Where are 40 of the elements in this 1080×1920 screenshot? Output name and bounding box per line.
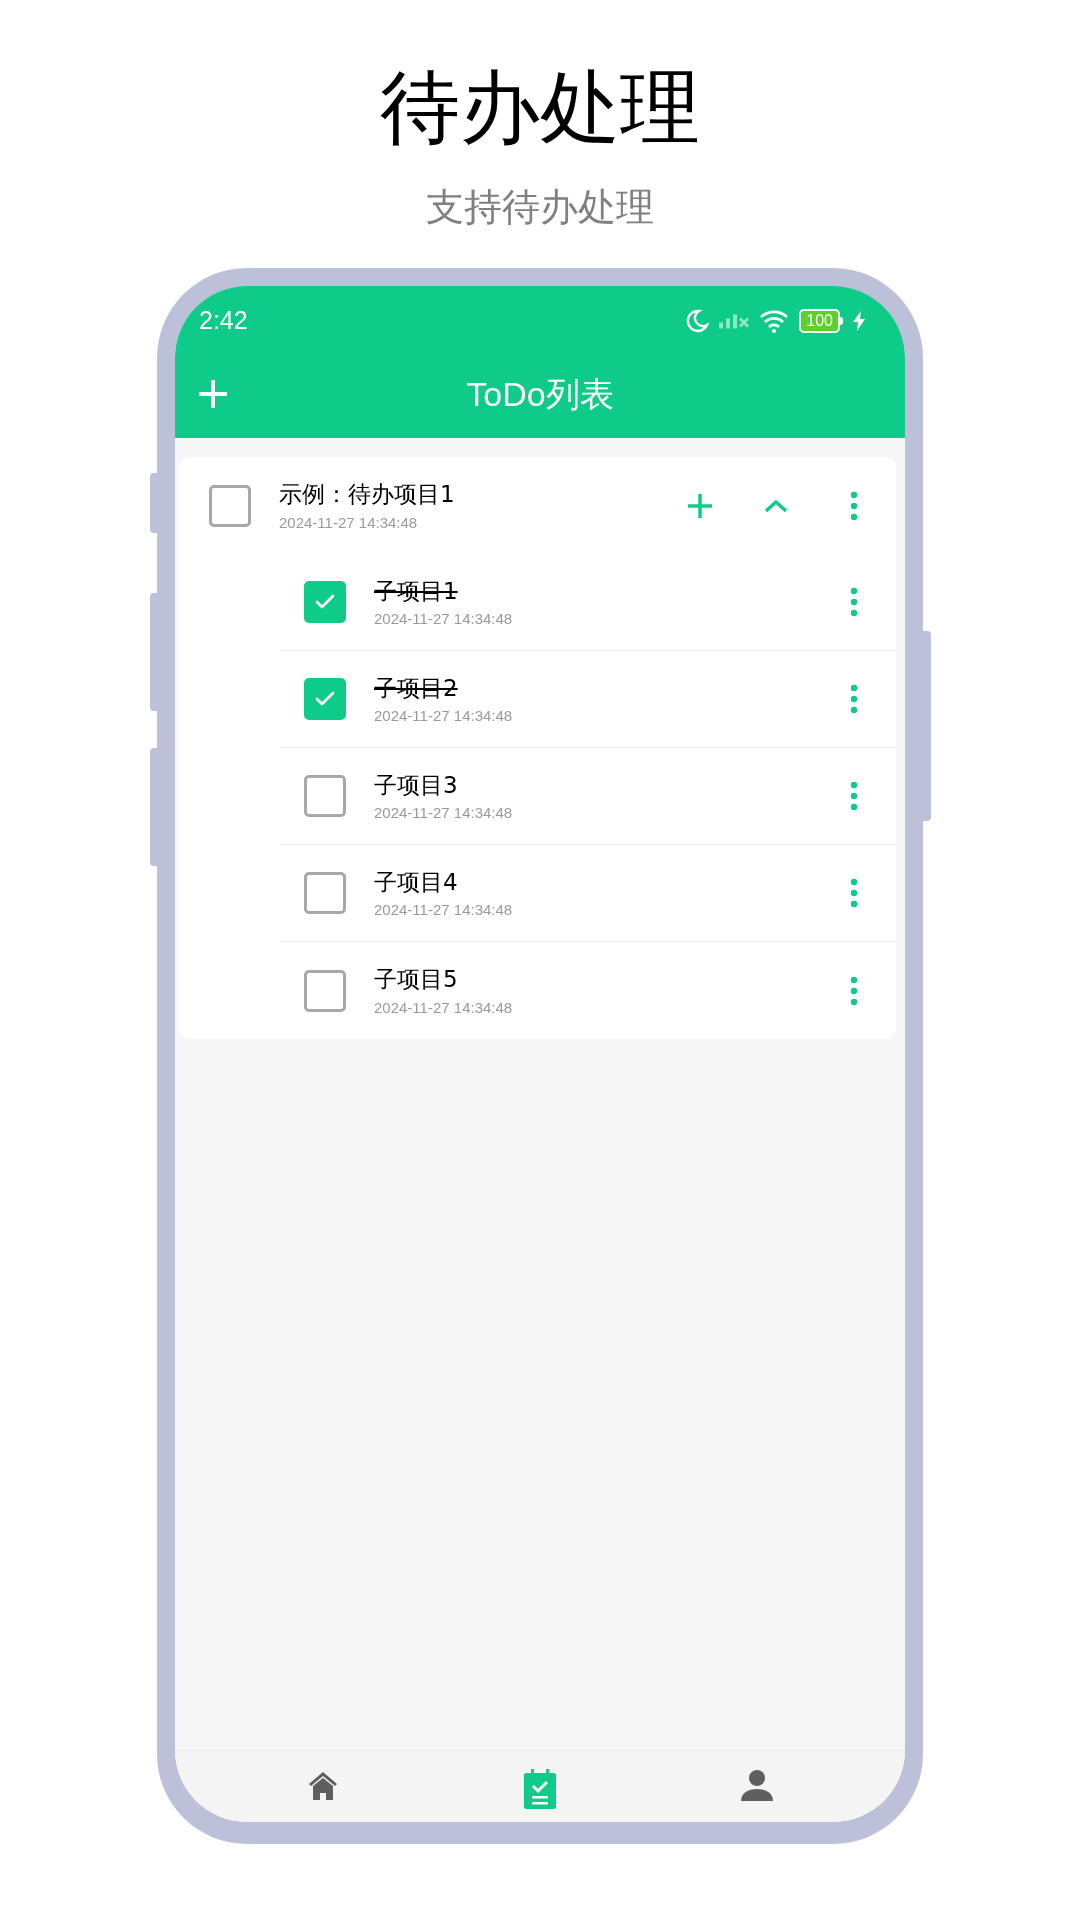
subitem-title: 子项目5 [374,965,459,994]
wifi-icon [759,309,790,333]
header-title: ToDo列表 [466,373,614,415]
person-icon [740,1769,773,1801]
subitem-title: 子项目2 [374,673,459,703]
more-vertical-icon [850,587,858,617]
more-vertical-icon [850,684,858,714]
subitem-title: 子项目4 [374,867,459,897]
subitem-date: 2024-11-27 14:34:48 [374,997,514,1018]
more-vertical-icon [850,975,858,1006]
plus-icon [687,492,713,519]
checkbox[interactable] [304,969,346,1012]
charging-bolt-icon [853,311,865,331]
subitem-date: 2024-11-27 14:34:48 [374,609,514,629]
more-vertical-icon [850,878,858,908]
subitem-date: 2024-11-27 14:34:48 [374,803,514,823]
clipboard-check-icon [524,1769,556,1809]
page-heading: 待办处理 [380,68,700,148]
more-vertical-icon [850,781,858,811]
chevron-up-icon [764,498,788,513]
todo-date: 2024-11-27 14:34:48 [279,512,419,533]
battery-level: 100 [799,309,840,333]
subitem-date: 2024-11-27 14:34:48 [374,900,514,920]
moon-icon [685,309,710,333]
status-time: 2:42 [199,305,248,337]
battery-tip [840,317,843,325]
subitem-title: 子项目3 [374,770,459,800]
more-vertical-icon [850,490,858,521]
plus-icon [197,378,229,410]
checked-checkbox[interactable] [304,678,346,720]
home-icon [307,1769,340,1801]
checkbox[interactable] [304,775,346,817]
todo-title: 示例：待办项目1 [279,480,456,509]
subitem-date: 2024-11-27 14:34:48 [374,706,514,726]
checkbox[interactable] [304,872,346,914]
checked-checkbox[interactable] [304,581,346,623]
checkbox[interactable] [209,484,251,527]
page-subtitle: 支持待办处理 [426,188,654,226]
signal-icon [719,313,750,329]
subitem-title: 子项目1 [374,576,459,606]
